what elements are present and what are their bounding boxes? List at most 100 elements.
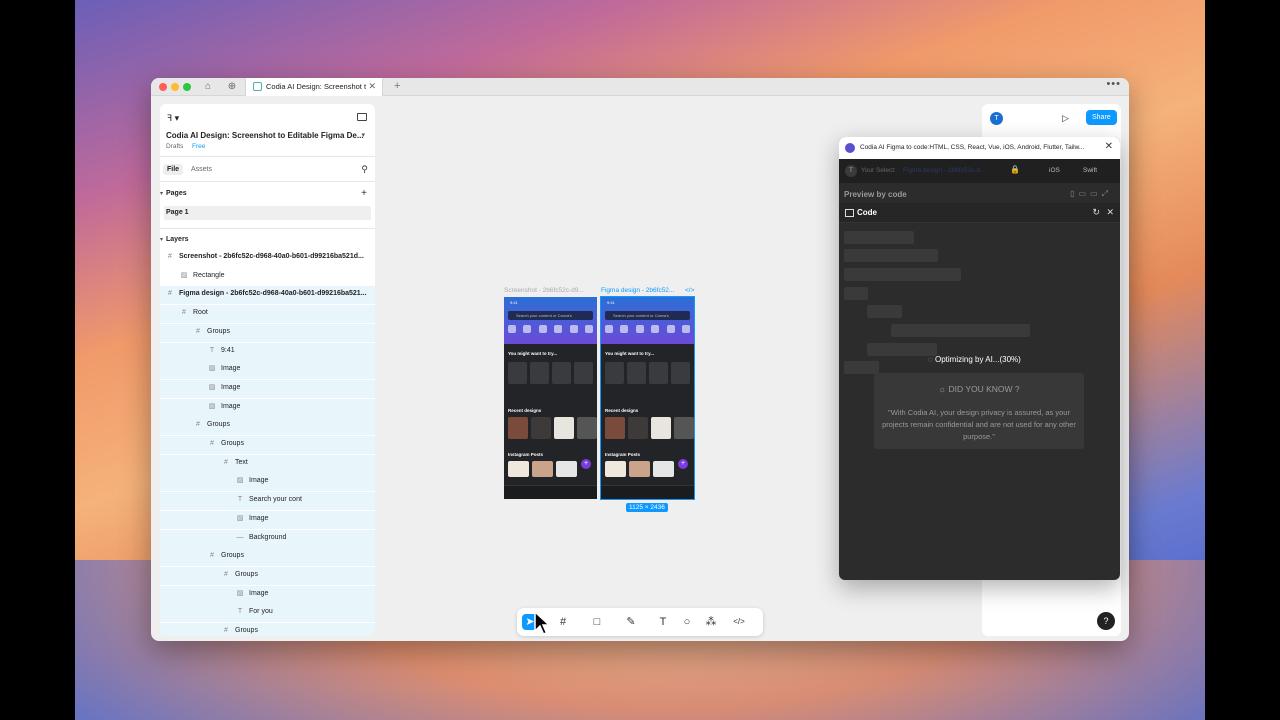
layer-row[interactable]: ▨ Image: [160, 473, 375, 492]
skeleton-line: [844, 231, 914, 244]
mouse-cursor-icon: [534, 611, 551, 635]
layer-row[interactable]: # Screenshot - 2b6fc52c-d968-40a0-b601-d9…: [160, 249, 375, 267]
phone-category-icons: [605, 325, 690, 339]
layer-row[interactable]: # Groups: [160, 323, 375, 342]
phone-tabbar: [504, 485, 597, 499]
frame-label-screenshot[interactable]: Screenshot - 2b6fc52c-d9...: [504, 287, 584, 294]
minimize-window-button[interactable]: [171, 83, 179, 91]
layer-row[interactable]: ▨ Image: [160, 510, 375, 529]
add-page-icon[interactable]: +: [361, 188, 367, 199]
layer-row[interactable]: ▨ Image: [160, 585, 375, 604]
refresh-icon[interactable]: ↻: [1092, 207, 1100, 218]
layer-row[interactable]: # Text: [160, 454, 375, 473]
globe-icon[interactable]: ⊕: [225, 80, 239, 94]
skeleton-line: [844, 361, 879, 374]
did-you-know-card: ☼ DID YOU KNOW ? "With Codia AI, your de…: [874, 373, 1084, 449]
layer-label: Image: [221, 365, 241, 373]
text-tool-icon[interactable]: T: [655, 614, 671, 630]
phone-fab: +: [678, 459, 688, 469]
layer-row[interactable]: T 9:41: [160, 342, 375, 361]
layer-row[interactable]: T For you: [160, 604, 375, 623]
layers-header[interactable]: Layers: [166, 236, 189, 243]
close-window-button[interactable]: [159, 83, 167, 91]
frame-tool-icon[interactable]: #: [555, 614, 571, 630]
tab-codia-design[interactable]: Codia AI Design: Screenshot to E ✕: [245, 78, 383, 96]
layer-row[interactable]: # Groups: [160, 566, 375, 585]
more-icon[interactable]: •••: [1106, 78, 1121, 90]
chevron-down-icon[interactable]: ▾: [160, 236, 163, 243]
layer-label: Image: [221, 402, 241, 410]
layer-label: Image: [221, 383, 241, 391]
layer-label: Groups: [235, 627, 258, 634]
layer-label: Groups: [221, 440, 244, 447]
frame-label-figma-design[interactable]: Figma design - 2b6fc52...: [601, 287, 674, 294]
layer-label: Groups: [207, 327, 230, 335]
screenshot-frame[interactable]: 9:41 Search your content or Canva's You …: [504, 297, 597, 499]
layer-row[interactable]: # Figma design - 2b6fc52c-d968-40a0-b601-…: [160, 286, 375, 305]
sunrise-icon: ☼: [938, 384, 949, 394]
layer-row[interactable]: # Groups: [160, 548, 375, 567]
maximize-window-button[interactable]: [183, 83, 191, 91]
new-tab-button[interactable]: +: [394, 80, 400, 92]
layer-row[interactable]: T Search your cont: [160, 492, 375, 511]
phone-search: Search your content or Canva's: [605, 311, 690, 320]
pages-header[interactable]: Pages: [166, 190, 187, 197]
layer-label: Rectangle: [193, 271, 225, 279]
layer-label: Groups: [221, 552, 244, 560]
layer-type-icon: #: [224, 570, 228, 578]
home-icon[interactable]: ⌂: [201, 80, 215, 94]
avatar[interactable]: T: [990, 112, 1003, 125]
tab-file[interactable]: File: [163, 164, 184, 175]
phone-recent-designs: [605, 417, 694, 439]
sidebar-toggle-icon[interactable]: [357, 113, 367, 121]
skeleton-line: [844, 287, 868, 300]
resources-icon[interactable]: ⁂: [703, 614, 719, 630]
layer-row[interactable]: ▨ Image: [160, 398, 375, 417]
help-button[interactable]: ?: [1097, 612, 1115, 630]
comment-tool-icon[interactable]: ○: [679, 614, 695, 630]
divider: [160, 228, 375, 229]
file-location[interactable]: Drafts: [166, 143, 183, 150]
layer-row[interactable]: ▨ Image: [160, 361, 375, 380]
layer-row[interactable]: ▨ Rectangle: [160, 268, 375, 286]
layer-type-icon: ▨: [236, 589, 244, 597]
lock-icon[interactable]: 🔒: [1010, 165, 1020, 174]
layer-label: Text: [235, 458, 248, 466]
layer-label: Image: [249, 514, 269, 522]
language-select[interactable]: Swift: [1083, 167, 1097, 174]
skeleton-line: [867, 305, 902, 318]
layer-row[interactable]: # Groups: [160, 623, 375, 636]
play-icon[interactable]: ▷: [1062, 113, 1069, 124]
pen-tool-icon[interactable]: ✎: [623, 614, 639, 630]
tab-close-icon[interactable]: ✕: [368, 81, 376, 92]
layer-row[interactable]: # Groups: [160, 436, 375, 454]
close-icon[interactable]: ✕: [1105, 141, 1113, 152]
layer-row[interactable]: — Background: [160, 529, 375, 548]
figma-design-frame[interactable]: 9:41 Search your content or Canva's You …: [600, 296, 695, 500]
layer-row[interactable]: # Root: [160, 305, 375, 324]
divider: [160, 181, 375, 182]
chevron-down-icon[interactable]: ▾: [160, 190, 163, 197]
page-item-page-1[interactable]: Page 1: [164, 206, 371, 220]
layer-row[interactable]: ▨ Image: [160, 379, 375, 398]
layer-row[interactable]: # Groups: [160, 417, 375, 436]
phone-time: 9:41: [607, 300, 615, 305]
layer-type-icon: T: [237, 608, 243, 616]
bottom-toolbar: ➤ # □ ✎ T ○ ⁂ </>: [517, 608, 763, 636]
dev-mode-icon[interactable]: </>: [731, 614, 747, 630]
close-icon[interactable]: ✕: [1106, 207, 1114, 218]
layer-label: Root: [193, 309, 208, 317]
share-button[interactable]: Share: [1086, 110, 1117, 125]
device-icons[interactable]: ▯▭▭⤢: [1070, 189, 1112, 199]
select-value: Figma design - 2b6fc52c-d...: [903, 167, 986, 174]
chevron-down-icon[interactable]: ▾: [361, 131, 365, 139]
search-icon[interactable]: ⚲: [361, 164, 368, 175]
code-icon[interactable]: </>: [685, 287, 694, 294]
platform-select[interactable]: iOS: [1049, 167, 1060, 174]
file-title[interactable]: Codia AI Design: Screenshot to Editable …: [166, 131, 364, 140]
main-menu-icon[interactable]: ꟻ ▾: [167, 113, 179, 124]
layer-type-icon: T: [209, 346, 215, 354]
plan-badge[interactable]: Free: [192, 143, 205, 150]
tab-assets[interactable]: Assets: [191, 166, 212, 173]
rectangle-tool-icon[interactable]: □: [589, 614, 605, 630]
